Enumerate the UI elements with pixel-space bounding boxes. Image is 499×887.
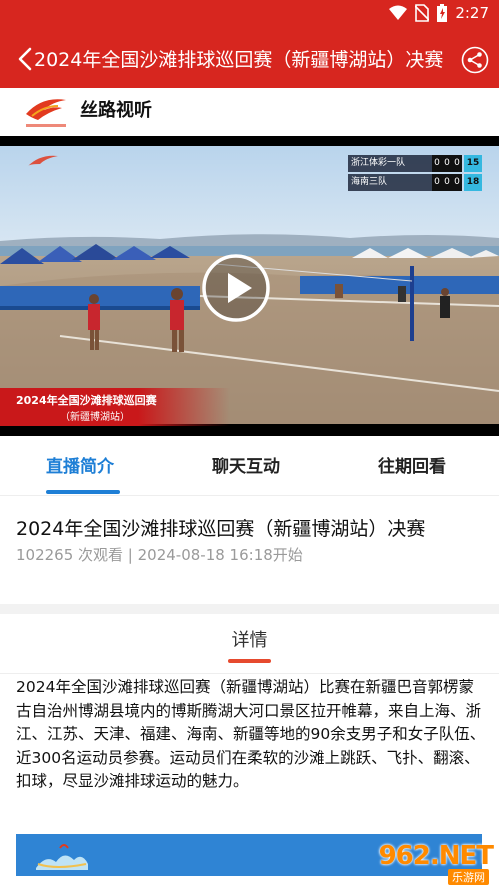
tab-indicator: [46, 490, 120, 494]
live-info: 2024年全国沙滩排球巡回赛（新疆博湖站）决赛 102265 次观看 | 202…: [0, 496, 499, 604]
caption-line1: 2024年全国沙滩排球巡回赛: [16, 394, 157, 407]
share-icon: [461, 46, 489, 74]
score-point: 0: [452, 174, 462, 191]
scoreboard: 浙江体彩一队 0 0 0 15 海南三队 0 0 0 18: [348, 155, 490, 191]
channel-bar: 丝路视听: [0, 88, 499, 136]
tab-live-intro[interactable]: 直播简介: [46, 452, 114, 477]
chevron-left-icon: [18, 47, 32, 71]
score-point: 0: [442, 155, 452, 172]
score-point: 0: [432, 174, 442, 191]
back-button[interactable]: [14, 44, 36, 74]
page-title: 2024年全国沙滩排球巡回赛（新疆博湖站）决赛: [34, 49, 444, 71]
tab-chat[interactable]: 聊天互动: [212, 452, 280, 477]
score-team: 海南三队: [348, 174, 432, 191]
score-point: 0: [442, 174, 452, 191]
live-title: 2024年全国沙滩排球巡回赛（新疆博湖站）决赛: [16, 518, 426, 540]
video-caption: 2024年全国沙滩排球巡回赛 （新疆博湖站）: [0, 388, 230, 426]
watermark-sub: 乐游网: [448, 869, 489, 885]
no-sim-icon: [415, 4, 430, 22]
score-set: 18: [464, 174, 482, 191]
title-bar: 2024年全国沙滩排球巡回赛（新疆博湖站）决赛: [0, 30, 499, 88]
detail-header: 详情: [0, 614, 499, 674]
status-bar: 2:27: [0, 0, 499, 30]
score-set: 15: [464, 155, 482, 172]
wifi-icon: [389, 5, 408, 20]
channel-name: 丝路视听: [80, 100, 152, 121]
score-row: 海南三队 0 0 0 18: [348, 174, 490, 191]
watermark-main: 962.NET: [378, 841, 494, 871]
battery-icon: [437, 4, 448, 22]
score-row: 浙江体彩一队 0 0 0 15: [348, 155, 490, 172]
play-icon: [202, 254, 270, 322]
tab-bar: 直播简介 聊天互动 往期回看: [0, 436, 499, 496]
play-button[interactable]: [201, 253, 271, 323]
live-meta: 102265 次观看 | 2024-08-18 16:18开始: [16, 546, 303, 564]
share-button[interactable]: [461, 46, 489, 74]
score-point: 0: [432, 155, 442, 172]
video-player[interactable]: 浙江体彩一队 0 0 0 15 海南三队 0 0 0 18 2024年全国沙滩排…: [0, 136, 499, 436]
score-point: 0: [452, 155, 462, 172]
detail-indicator: [228, 659, 271, 663]
status-time: 2:27: [455, 4, 489, 22]
channel-logo: [22, 94, 70, 132]
score-team: 浙江体彩一队: [348, 155, 432, 172]
detail-label: 详情: [231, 630, 268, 651]
tab-replay[interactable]: 往期回看: [378, 452, 446, 477]
detail-description: 2024年全国沙滩排球巡回赛（新疆博湖站）比赛在新疆巴音郭楞蒙古自治州博湖县境内…: [16, 678, 486, 790]
caption-line2: （新疆博湖站）: [60, 412, 130, 423]
section-divider: [0, 604, 499, 614]
status-icons: 2:27: [389, 4, 489, 22]
site-watermark: 962.NET 乐游网: [363, 841, 494, 885]
